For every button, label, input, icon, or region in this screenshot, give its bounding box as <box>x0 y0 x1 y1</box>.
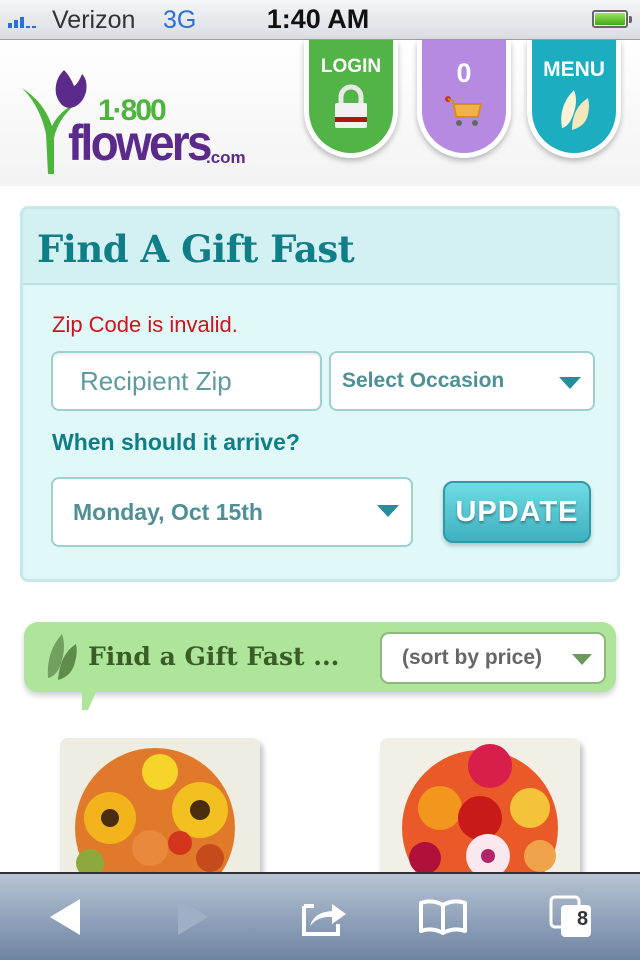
browser-toolbar: 8 <box>0 872 640 960</box>
gift-finder-panel: Find A Gift Fast Zip Code is invalid. Se… <box>20 206 620 582</box>
results-title: Find a Gift Fast ... <box>88 642 340 671</box>
leaf-menu-icon <box>561 90 589 130</box>
status-bar: Verizon 3G 1:40 AM <box>0 0 640 40</box>
chevron-down-icon <box>572 654 592 665</box>
product-card[interactable] <box>380 738 580 878</box>
share-button[interactable] <box>280 874 370 960</box>
cart-count: 0 <box>456 58 472 88</box>
bookmarks-button[interactable] <box>398 874 488 960</box>
login-label: LOGIN <box>320 56 382 77</box>
login-button[interactable]: LOGIN <box>304 40 398 158</box>
gift-finder-title: Find A Gift Fast <box>37 227 355 271</box>
gift-finder-body: Zip Code is invalid. Select Occasion Whe… <box>28 287 612 574</box>
product-image-autumn-bouquet <box>60 738 260 878</box>
bookmarks-book-icon <box>419 899 467 935</box>
cart-button[interactable]: 0 <box>417 40 511 158</box>
shopping-cart-icon <box>445 96 483 126</box>
delivery-date-value: Monday, Oct 15th <box>73 499 263 525</box>
chevron-down-icon <box>559 377 581 389</box>
update-button[interactable]: UPDATE <box>443 481 591 543</box>
product-image-gerbera-bouquet <box>380 738 580 878</box>
leaf-icon <box>47 634 77 680</box>
chevron-down-icon <box>377 505 399 517</box>
clock: 1:40 AM <box>266 4 370 34</box>
arrive-label: When should it arrive? <box>52 429 300 455</box>
screen: Verizon 3G 1:40 AM 1·800 flowers .com LO… <box>0 0 640 960</box>
occasion-select[interactable]: Select Occasion <box>329 351 595 411</box>
logo-suffix: .com <box>206 148 246 167</box>
site-header: 1·800 flowers .com LOGIN 0 MENU <box>0 40 640 186</box>
logo-word: flowers <box>68 115 212 171</box>
menu-button[interactable]: MENU <box>527 40 621 158</box>
delivery-date-select[interactable]: Monday, Oct 15th <box>51 477 413 547</box>
sort-select[interactable]: (sort by price) <box>380 632 606 684</box>
recipient-zip-input[interactable] <box>51 351 322 411</box>
tabs-count: 8 <box>577 908 589 930</box>
site-logo[interactable]: 1·800 flowers .com <box>18 66 248 176</box>
gift-finder-header: Find A Gift Fast <box>23 209 617 285</box>
share-icon <box>302 904 346 936</box>
occasion-selected-value: Select Occasion <box>342 369 505 392</box>
menu-label: MENU <box>543 58 605 81</box>
back-button[interactable] <box>20 874 110 960</box>
zip-error-message: Zip Code is invalid. <box>52 312 238 337</box>
lock-icon <box>335 84 367 128</box>
product-card[interactable] <box>60 738 260 878</box>
forward-button[interactable] <box>148 874 238 960</box>
results-sort-bar: Find a Gift Fast ... (sort by price) <box>24 622 616 710</box>
sort-selected-value: (sort by price) <box>402 646 543 669</box>
tabs-button[interactable]: 8 <box>526 874 616 960</box>
back-arrow-icon <box>50 899 80 935</box>
forward-arrow-icon <box>178 899 208 935</box>
battery-icon <box>592 10 632 28</box>
